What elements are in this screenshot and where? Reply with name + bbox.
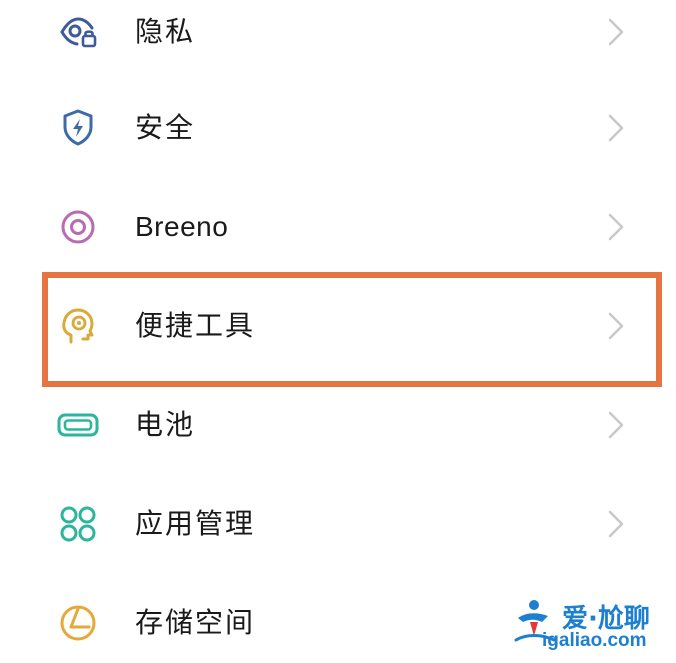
chevron-right-icon: [604, 509, 628, 539]
settings-item-label: Breeno: [135, 211, 229, 242]
settings-item-label: 电池: [135, 409, 196, 440]
app-management-grid-icon: [56, 502, 100, 546]
settings-item-privacy[interactable]: 隐私: [0, 0, 676, 64]
storage-pie-icon: [56, 601, 100, 645]
settings-item-label: 便捷工具: [135, 310, 256, 341]
security-shield-icon: [56, 106, 100, 150]
settings-list: 隐私 安全 Breeno 便捷工具 电池 应用管理 存储空间: [0, 0, 676, 663]
chevron-right-icon: [604, 212, 628, 242]
settings-item-breeno[interactable]: Breeno: [0, 195, 676, 259]
settings-item-label: 应用管理: [135, 508, 256, 539]
watermark-url: igaliao.com: [542, 630, 647, 651]
settings-item-convenience-tools[interactable]: 便捷工具: [0, 294, 676, 358]
chevron-right-icon: [604, 17, 628, 47]
settings-item-battery[interactable]: 电池: [0, 393, 676, 457]
privacy-eye-lock-icon: [56, 10, 100, 54]
settings-item-label: 隐私: [135, 16, 196, 47]
settings-item-security[interactable]: 安全: [0, 96, 676, 160]
breeno-ring-icon: [56, 205, 100, 249]
chevron-right-icon: [604, 410, 628, 440]
chevron-right-icon: [604, 113, 628, 143]
settings-item-app-management[interactable]: 应用管理: [0, 492, 676, 556]
battery-icon: [56, 403, 100, 447]
settings-item-label: 安全: [135, 112, 196, 143]
convenience-tools-head-icon: [56, 304, 100, 348]
watermark: 爱·尬聊 igaliao.com: [512, 596, 672, 658]
chevron-right-icon: [604, 311, 628, 341]
settings-item-label: 存储空间: [135, 607, 256, 638]
